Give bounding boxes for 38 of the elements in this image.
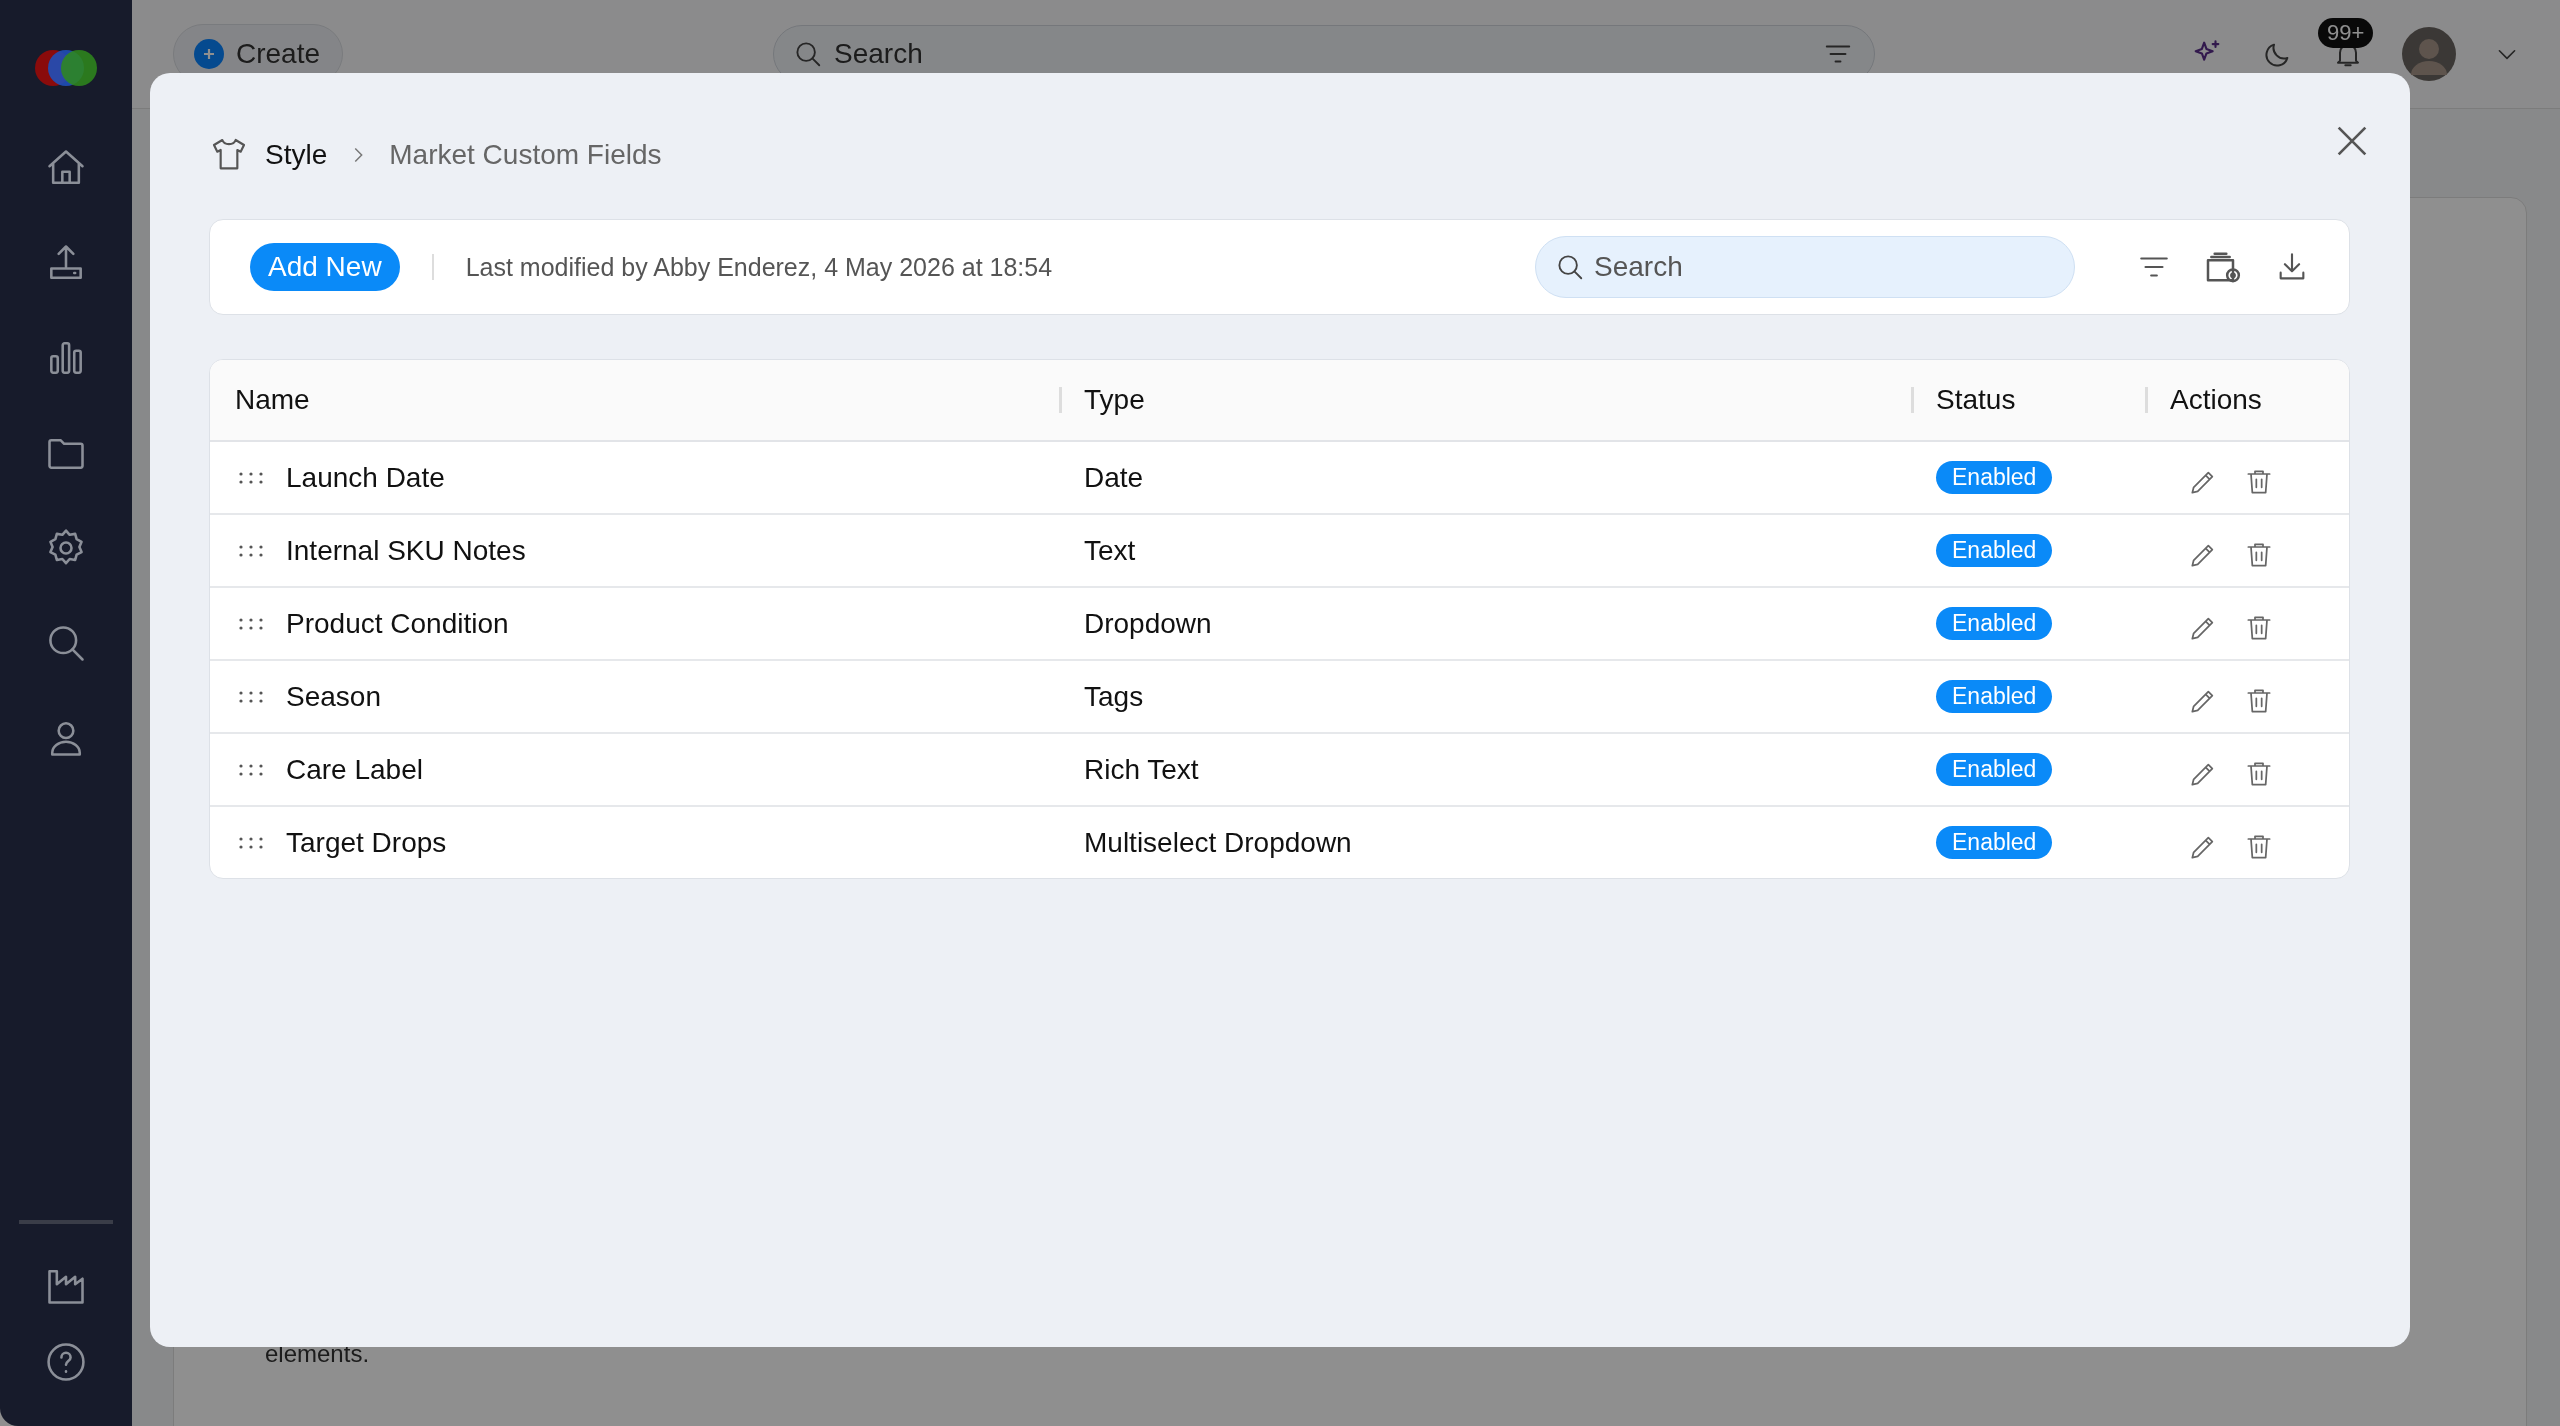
table-cell: Care Label — [286, 753, 423, 786]
status-badge: Enabled — [1936, 826, 2053, 859]
status-badge: Enabled — [1936, 607, 2053, 640]
drag-handle-icon[interactable] — [238, 617, 264, 630]
table-cell: Target Drops — [286, 826, 447, 859]
column-header: Name — [235, 384, 310, 416]
help-icon[interactable] — [44, 1340, 88, 1384]
last-modified-text: Last modified by Abby Enderez, 4 May 2026 at 18:54 — [465, 252, 1053, 282]
avatar[interactable] — [2402, 27, 2456, 81]
drag-handle-icon[interactable] — [238, 690, 264, 703]
drag-handle-icon[interactable] — [238, 471, 264, 484]
table-cell: Tags — [1084, 680, 1144, 713]
drag-handle-icon[interactable] — [238, 763, 264, 776]
add-new-button[interactable]: Add New — [250, 243, 400, 291]
description-text: elements. — [265, 1340, 370, 1368]
status-badge: Enabled — [1936, 753, 2053, 786]
table-cell: Product Condition — [286, 607, 509, 640]
table-cell: Season — [286, 680, 381, 713]
table-cell: Launch Date — [286, 461, 445, 494]
status-badge: Enabled — [1936, 534, 2053, 567]
table-cell: Text — [1084, 534, 1136, 567]
column-header: Type — [1084, 384, 1145, 416]
plus-icon — [194, 39, 224, 69]
status-badge: Enabled — [1936, 461, 2053, 494]
search-field[interactable]: Search — [1535, 236, 2075, 298]
breadcrumb-item[interactable]: Style — [265, 139, 328, 171]
drag-handle-icon[interactable] — [238, 836, 264, 849]
notification-badge: 99+ — [2318, 18, 2374, 48]
drag-handle-icon[interactable] — [238, 544, 264, 557]
breadcrumb-item: Market Custom Fields — [389, 139, 662, 171]
table-cell: Dropdown — [1084, 607, 1212, 640]
table-cell: Internal SKU Notes — [286, 534, 526, 567]
table-cell: Date — [1084, 461, 1144, 494]
table-cell: Multiselect Dropdown — [1084, 826, 1352, 859]
status-badge: Enabled — [1936, 680, 2053, 713]
table-cell: Rich Text — [1084, 753, 1199, 786]
column-header: Actions — [2170, 384, 2262, 416]
column-header: Status — [1936, 384, 2016, 416]
